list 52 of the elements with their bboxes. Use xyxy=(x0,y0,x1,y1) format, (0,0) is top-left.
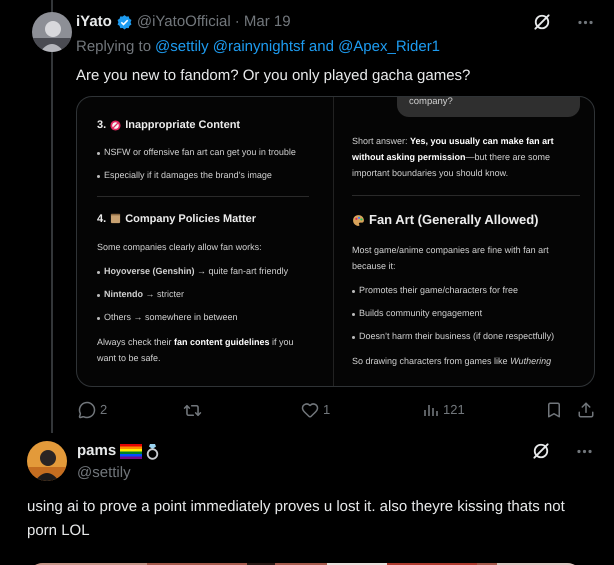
section-heading: Inappropriate Content xyxy=(125,118,240,133)
slashed-circle-icon[interactable] xyxy=(531,441,551,461)
bullet-icon xyxy=(97,317,100,320)
bookmark-icon[interactable] xyxy=(545,401,563,419)
like-count[interactable]: 1 xyxy=(323,400,330,420)
screenshot-card[interactable] xyxy=(76,96,595,387)
reply-count[interactable]: 2 xyxy=(100,400,108,420)
bullet-icon xyxy=(97,174,100,178)
section-heading: Company Policies Matter xyxy=(125,212,256,226)
display-name[interactable]: iYato xyxy=(76,10,112,34)
list-item: Promotes their game/characters for free xyxy=(359,284,518,297)
paragraph: Some companies clearly allow fan works: xyxy=(97,241,263,254)
share-icon[interactable] xyxy=(577,401,595,419)
bullet-icon xyxy=(352,336,355,339)
mention-link[interactable]: @settily @rainynightsf and @Apex_Rider1 xyxy=(155,36,440,58)
list-item: Nintendo → stricter xyxy=(104,288,184,301)
bullet-icon xyxy=(352,312,355,316)
section-number: 4. xyxy=(97,212,106,226)
section-heading: Fan Art (Generally Allowed) xyxy=(369,211,539,230)
slashed-circle-icon[interactable] xyxy=(532,12,552,32)
views-icon[interactable] xyxy=(423,402,439,418)
like-icon[interactable] xyxy=(301,401,319,419)
list-item: NSFW or offensive fan art can get you in trouble xyxy=(104,146,296,158)
bullet-icon xyxy=(97,294,100,297)
user-handle[interactable]: @iYatoOfficial xyxy=(136,10,231,34)
post-date[interactable]: · Mar 19 xyxy=(234,10,291,34)
bullet-icon xyxy=(352,290,355,293)
list-item: Doesn’t harm their business (if done respectfully) xyxy=(359,330,554,343)
message-bubble: company? xyxy=(397,97,580,118)
section-number: 3. xyxy=(97,118,106,133)
rainbow-flag-icon xyxy=(120,444,142,458)
scroll-icon xyxy=(110,213,122,224)
reply-icon[interactable] xyxy=(78,401,96,419)
replying-label: Replying to xyxy=(76,37,152,57)
prohibited-icon xyxy=(110,120,122,131)
display-name[interactable]: pams xyxy=(77,440,116,462)
paragraph: Always check their fan content guidelines if you want to be safe. xyxy=(97,336,295,365)
post-text: using ai to prove a point immediately proves u lost it. also theyre kissing thats not porn LOL xyxy=(27,497,566,541)
views-count[interactable]: 121 xyxy=(443,400,465,420)
palette-icon xyxy=(352,214,365,226)
ring-icon xyxy=(146,442,160,460)
user-handle[interactable]: @settily xyxy=(77,464,131,481)
list-item: Others → somewhere in between xyxy=(104,311,238,324)
bullet-icon xyxy=(97,271,100,274)
post-text: Are you new to fandom? Or you only played gacha games? xyxy=(76,66,472,86)
paragraph: So drawing characters from games like Wuthering xyxy=(352,354,552,368)
bullet-icon xyxy=(97,152,100,154)
paragraph: Most game/anime companies are fine with fan art because it: xyxy=(352,244,550,273)
list-item: Hoyoverse (Genshin) → quite fan-art friendly xyxy=(104,265,288,278)
paragraph: Short answer: Yes, you usually can make fan art without asking permission—but there are some important boundaries you should know. xyxy=(352,135,555,180)
list-item: Builds community engagement xyxy=(359,306,482,320)
list-item: Especially if it damages the brand’s image xyxy=(104,168,272,182)
